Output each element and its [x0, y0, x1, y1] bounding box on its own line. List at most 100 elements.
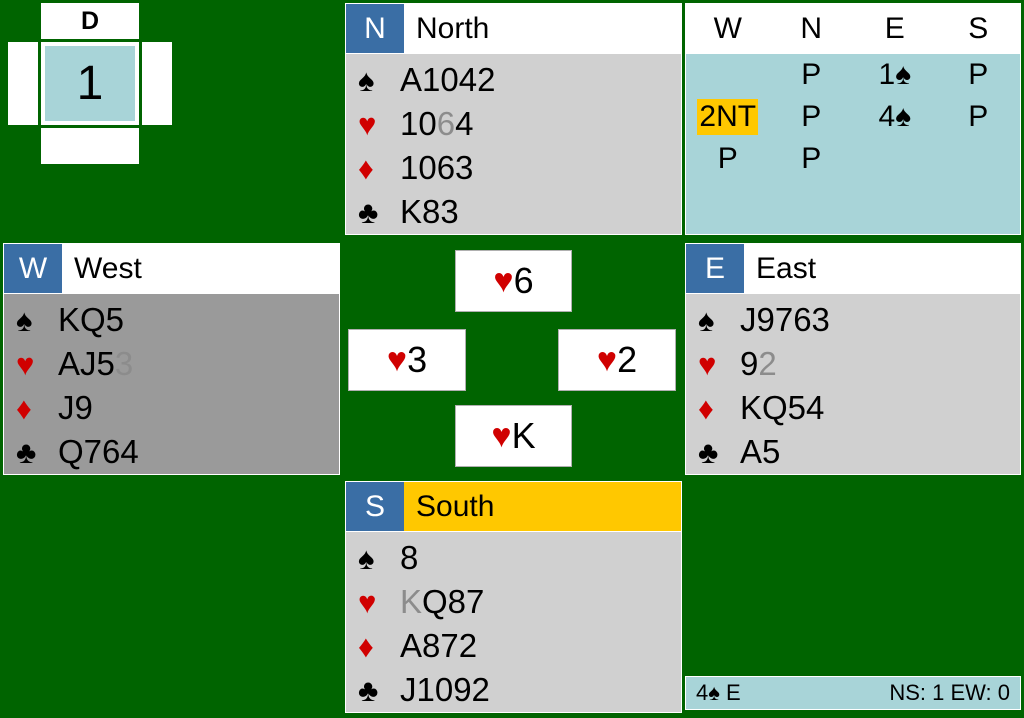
- suit-row-north-1[interactable]: ♥ 1064: [358, 102, 681, 146]
- remaining-cards[interactable]: A5: [740, 433, 780, 470]
- hand-name-east: East: [756, 251, 817, 285]
- remaining-cards[interactable]: 10: [400, 105, 437, 142]
- remaining-cards[interactable]: A1042: [400, 61, 495, 98]
- trick-card-north[interactable]: ♥ 6: [455, 250, 572, 312]
- suit-cards-south-3[interactable]: J1092: [400, 671, 490, 709]
- suit-symbol-red-1: ♥: [16, 346, 35, 382]
- suit-symbol-black-3: ♣: [698, 434, 719, 470]
- bidding-header-e: E: [884, 12, 905, 45]
- suit-cards-east-0[interactable]: J9763: [740, 301, 830, 339]
- bidding-header-w: W: [713, 12, 742, 45]
- suit-cards-south-1[interactable]: KQ87: [400, 583, 484, 621]
- hand-cards-south[interactable]: ♠ 8 ♥ KQ87 ♦ A872 ♣ J1092: [346, 532, 681, 712]
- card-suit-icon: ♥: [493, 261, 514, 300]
- hand-panel-north[interactable]: N North ♠ A1042 ♥ 1064 ♦ 1063 ♣ K83: [345, 3, 682, 235]
- suit-row-north-2[interactable]: ♦ 1063: [358, 146, 681, 190]
- remaining-cards[interactable]: J1092: [400, 671, 490, 708]
- suit-cards-east-2[interactable]: KQ54: [740, 389, 824, 427]
- bidding-header-row: WNES: [686, 4, 1020, 54]
- suit-row-east-2[interactable]: ♦ KQ54: [698, 386, 1020, 430]
- suit-row-north-3[interactable]: ♣ K83: [358, 190, 681, 234]
- bid-cell-e-2[interactable]: [853, 138, 937, 180]
- hand-cards-north[interactable]: ♠ A1042 ♥ 1064 ♦ 1063 ♣ K83: [346, 54, 681, 234]
- direction-badge-north: N: [346, 4, 404, 53]
- suit-cards-east-1[interactable]: 92: [740, 345, 777, 383]
- suit-symbol-black-0: ♠: [16, 302, 33, 338]
- suit-symbol-black-3: ♣: [358, 672, 379, 708]
- trick-card-south[interactable]: ♥ K: [455, 405, 572, 467]
- suit-row-west-2[interactable]: ♦ J9: [16, 386, 339, 430]
- bid-cell-n-1[interactable]: P: [770, 96, 854, 138]
- contract-level: 4: [696, 680, 709, 705]
- bidding-header-n: N: [800, 12, 823, 45]
- bid-value: 1♠: [876, 57, 913, 92]
- bid-cell-w-0[interactable]: [686, 54, 770, 96]
- hand-panel-south[interactable]: S South ♠ 8 ♥ KQ87 ♦ A872 ♣ J1092: [345, 481, 682, 713]
- suit-cards-south-0[interactable]: 8: [400, 539, 418, 577]
- suit-row-west-0[interactable]: ♠ KQ5: [16, 298, 339, 342]
- suit-row-west-3[interactable]: ♣ Q764: [16, 430, 339, 474]
- hand-cards-west[interactable]: ♠ KQ5 ♥ AJ53 ♦ J9 ♣ Q764: [4, 294, 339, 474]
- bid-cell-n-0[interactable]: P: [770, 54, 854, 96]
- hand-panel-west[interactable]: W West ♠ KQ5 ♥ AJ53 ♦ J9 ♣ Q764: [3, 243, 340, 475]
- remaining-cards[interactable]: 8: [400, 539, 418, 576]
- bidding-row: 2NT P 4♠ P: [686, 96, 1020, 138]
- suit-cards-north-3[interactable]: K83: [400, 193, 459, 231]
- suit-row-south-2[interactable]: ♦ A872: [358, 624, 681, 668]
- remaining-cards[interactable]: K83: [400, 193, 459, 230]
- suit-row-east-3[interactable]: ♣ A5: [698, 430, 1020, 474]
- remaining-cards[interactable]: 4: [455, 105, 473, 142]
- card-rank: 2: [617, 339, 638, 380]
- suit-cards-north-1[interactable]: 1064: [400, 105, 473, 143]
- bid-cell-e-1[interactable]: 4♠: [853, 96, 937, 138]
- card-rank: 3: [407, 339, 428, 380]
- suit-cards-north-2[interactable]: 1063: [400, 149, 473, 187]
- remaining-cards[interactable]: Q87: [422, 583, 484, 620]
- remaining-cards[interactable]: Q764: [58, 433, 139, 470]
- suit-symbol-black-0: ♠: [358, 540, 375, 576]
- remaining-cards[interactable]: J9763: [740, 301, 830, 338]
- hand-panel-east[interactable]: E East ♠ J9763 ♥ 92 ♦ KQ54 ♣ A5: [685, 243, 1021, 475]
- bid-cell-e-0[interactable]: 1♠: [853, 54, 937, 96]
- remaining-cards[interactable]: A872: [400, 627, 477, 664]
- suit-row-south-3[interactable]: ♣ J1092: [358, 668, 681, 712]
- remaining-cards[interactable]: AJ5: [58, 345, 115, 382]
- hand-title-south: S South: [346, 482, 681, 532]
- played-card: 3: [114, 345, 134, 382]
- bid-cell-s-2[interactable]: [937, 138, 1021, 180]
- hand-cards-east[interactable]: ♠ J9763 ♥ 92 ♦ KQ54 ♣ A5: [686, 294, 1020, 474]
- remaining-cards[interactable]: KQ54: [740, 389, 824, 426]
- bid-cell-w-2[interactable]: P: [686, 138, 770, 180]
- bid-cell-w-1[interactable]: 2NT: [686, 96, 770, 138]
- suit-row-east-1[interactable]: ♥ 92: [698, 342, 1020, 386]
- suit-cards-west-3[interactable]: Q764: [58, 433, 139, 471]
- suit-cards-west-2[interactable]: J9: [58, 389, 93, 427]
- suit-row-west-1[interactable]: ♥ AJ53: [16, 342, 339, 386]
- suit-cards-south-2[interactable]: A872: [400, 627, 477, 665]
- suit-cards-north-0[interactable]: A1042: [400, 61, 495, 99]
- bid-cell-n-2[interactable]: P: [770, 138, 854, 180]
- suit-symbol-red-1: ♥: [698, 346, 717, 382]
- remaining-cards[interactable]: 9: [740, 345, 758, 382]
- suit-cards-west-1[interactable]: AJ53: [58, 345, 133, 383]
- suit-row-north-0[interactable]: ♠ A1042: [358, 58, 681, 102]
- suit-row-south-1[interactable]: ♥ KQ87: [358, 580, 681, 624]
- bid-level: 2NT: [699, 100, 757, 134]
- trick-card-east[interactable]: ♥ 2: [558, 329, 676, 391]
- suit-row-east-0[interactable]: ♠ J9763: [698, 298, 1020, 342]
- suit-symbol-red-2: ♦: [358, 150, 374, 186]
- remaining-cards[interactable]: J9: [58, 389, 93, 426]
- remaining-cards[interactable]: KQ5: [58, 301, 124, 338]
- bid-cell-s-0[interactable]: P: [937, 54, 1021, 96]
- bid-cell-s-1[interactable]: P: [937, 96, 1021, 138]
- suit-cards-west-0[interactable]: KQ5: [58, 301, 124, 339]
- suit-row-south-0[interactable]: ♠ 8: [358, 536, 681, 580]
- trick-card-west[interactable]: ♥ 3: [348, 329, 466, 391]
- dealer-indicator: D: [80, 6, 100, 35]
- bid-level: P: [801, 100, 822, 134]
- direction-badge-south: S: [346, 482, 404, 531]
- hand-title-west: W West: [4, 244, 339, 294]
- bidding-row: PP: [686, 138, 1020, 180]
- remaining-cards[interactable]: 1063: [400, 149, 473, 186]
- suit-cards-east-3[interactable]: A5: [740, 433, 780, 471]
